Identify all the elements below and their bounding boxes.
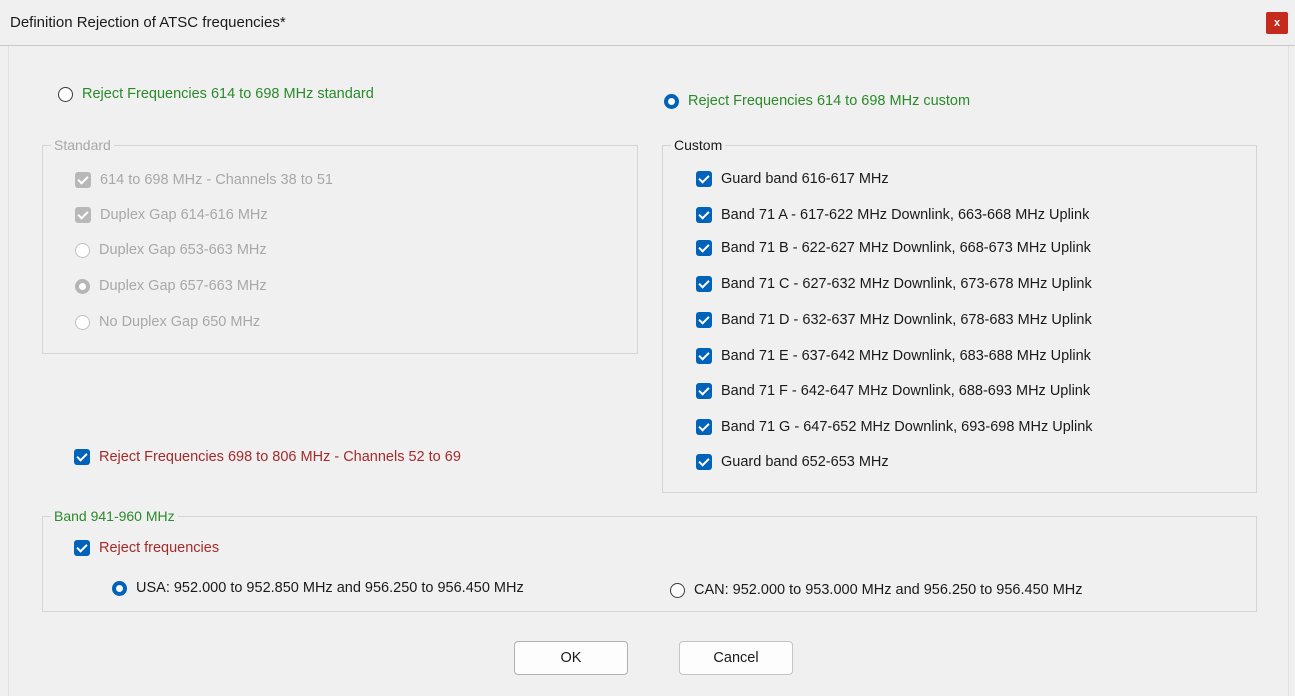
usa-radio-label: USA: 952.000 to 952.850 MHz and 956.250 … [136,580,524,596]
standard-item-label: Duplex Gap 614-616 MHz [100,207,268,223]
checkbox-checked-icon[interactable] [696,419,712,435]
ok-button[interactable]: OK [514,641,628,675]
checkbox-checked-icon[interactable] [696,383,712,399]
reject-941-label: Reject frequencies [99,540,220,556]
custom-item-band-71f[interactable]: Band 71 F - 642-647 MHz Downlink, 688-69… [696,383,1090,399]
reject-698-806-checkbox[interactable]: Reject Frequencies 698 to 806 MHz - Chan… [74,449,461,465]
standard-item-label: Duplex Gap 657-663 MHz [99,278,267,294]
checkbox-checked-icon[interactable] [696,171,712,187]
custom-item-band-71c[interactable]: Band 71 C - 627-632 MHz Downlink, 673-67… [696,276,1092,292]
checkbox-checked-icon[interactable] [696,207,712,223]
can-radio-label: CAN: 952.000 to 953.000 MHz and 956.250 … [694,582,1083,598]
custom-item-label: Band 71 A - 617-622 MHz Downlink, 663-66… [721,207,1090,223]
standard-radio-label: Reject Frequencies 614 to 698 MHz standa… [82,86,374,102]
custom-item-label: Band 71 B - 622-627 MHz Downlink, 668-67… [721,240,1091,256]
checkbox-checked-icon[interactable] [696,276,712,292]
custom-item-label: Guard band 652-653 MHz [721,454,889,470]
standard-item-duplex-614[interactable]: Duplex Gap 614-616 MHz [75,207,268,223]
checkbox-checked-icon[interactable] [74,540,90,556]
radio-selected-icon[interactable] [664,93,679,109]
radio-icon[interactable] [75,242,90,258]
radio-icon[interactable] [58,86,73,102]
checkbox-checked-icon[interactable] [696,454,712,470]
standard-item-channels[interactable]: 614 to 698 MHz - Channels 38 to 51 [75,172,333,188]
standard-item-label: 614 to 698 MHz - Channels 38 to 51 [100,172,333,188]
radio-icon[interactable] [670,582,685,598]
custom-item-guard-652[interactable]: Guard band 652-653 MHz [696,454,889,470]
checkbox-checked-icon[interactable] [75,207,91,223]
close-button[interactable]: x [1266,12,1288,34]
cancel-button[interactable]: Cancel [679,641,793,675]
custom-item-label: Band 71 F - 642-647 MHz Downlink, 688-69… [721,383,1091,399]
standard-item-no-duplex[interactable]: No Duplex Gap 650 MHz [75,314,260,330]
usa-radio[interactable]: USA: 952.000 to 952.850 MHz and 956.250 … [112,580,524,596]
reject-941-checkbox[interactable]: Reject frequencies [74,540,219,556]
can-radio[interactable]: CAN: 952.000 to 953.000 MHz and 956.250 … [670,582,1083,598]
standard-item-label: Duplex Gap 653-663 MHz [99,242,267,258]
checkbox-checked-icon[interactable] [74,449,90,465]
custom-item-band-71b[interactable]: Band 71 B - 622-627 MHz Downlink, 668-67… [696,240,1091,256]
custom-item-band-71g[interactable]: Band 71 G - 647-652 MHz Downlink, 693-69… [696,419,1093,435]
standard-item-label: No Duplex Gap 650 MHz [99,314,261,330]
standard-group-title: Standard [51,136,114,154]
custom-radio[interactable]: Reject Frequencies 614 to 698 MHz custom [664,93,970,109]
custom-item-label: Guard band 616-617 MHz [721,171,889,187]
close-icon: x [1273,17,1281,29]
custom-item-band-71a[interactable]: Band 71 A - 617-622 MHz Downlink, 663-66… [696,207,1089,223]
title-bar: Definition Rejection of ATSC frequencies… [0,0,1295,46]
custom-item-band-71d[interactable]: Band 71 D - 632-637 MHz Downlink, 678-68… [696,312,1092,328]
band-941-group-title: Band 941-960 MHz [51,507,178,525]
checkbox-checked-icon[interactable] [696,240,712,256]
radio-selected-icon[interactable] [112,580,127,596]
custom-item-label: Band 71 E - 637-642 MHz Downlink, 683-68… [721,348,1091,364]
custom-group-title: Custom [671,136,726,154]
custom-item-label: Band 71 C - 627-632 MHz Downlink, 673-67… [721,276,1092,292]
window-title: Definition Rejection of ATSC frequencies… [10,14,286,31]
standard-radio[interactable]: Reject Frequencies 614 to 698 MHz standa… [58,86,374,102]
standard-item-duplex-653[interactable]: Duplex Gap 653-663 MHz [75,242,267,258]
radio-selected-icon[interactable] [75,278,90,294]
checkbox-checked-icon[interactable] [696,348,712,364]
custom-radio-label: Reject Frequencies 614 to 698 MHz custom [688,93,971,109]
standard-item-duplex-657[interactable]: Duplex Gap 657-663 MHz [75,278,267,294]
reject-698-806-label: Reject Frequencies 698 to 806 MHz - Chan… [99,449,461,465]
checkbox-checked-icon[interactable] [696,312,712,328]
custom-item-guard-616[interactable]: Guard band 616-617 MHz [696,171,889,187]
radio-icon[interactable] [75,314,90,330]
custom-item-band-71e[interactable]: Band 71 E - 637-642 MHz Downlink, 683-68… [696,348,1091,364]
checkbox-checked-icon[interactable] [75,172,91,188]
custom-item-label: Band 71 D - 632-637 MHz Downlink, 678-68… [721,312,1092,328]
custom-item-label: Band 71 G - 647-652 MHz Downlink, 693-69… [721,419,1093,435]
